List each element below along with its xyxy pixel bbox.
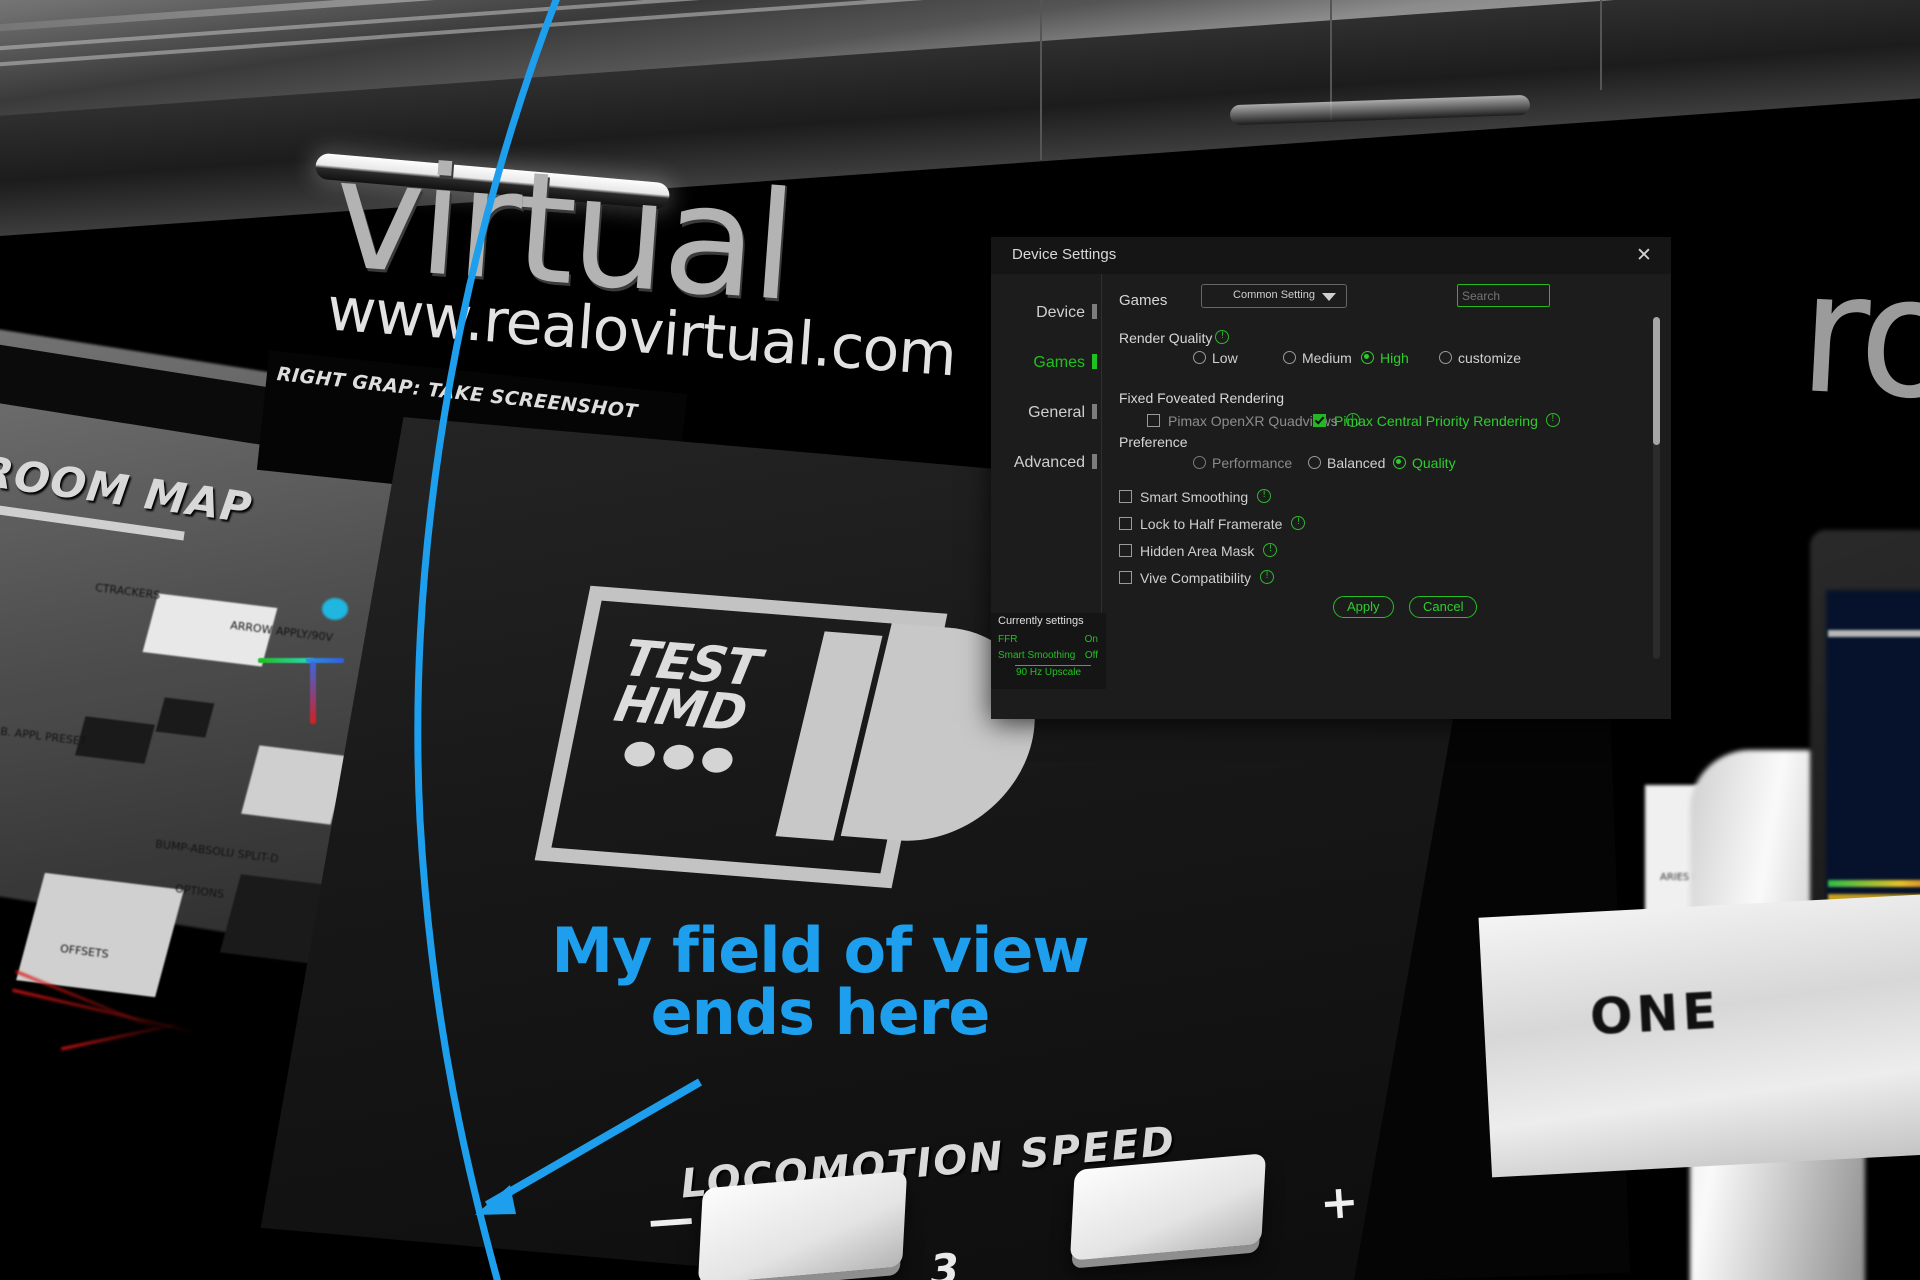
- sidebar-item-general-label: General: [1028, 404, 1085, 421]
- currently-settings-footer: 90 Hz Upscale: [1015, 667, 1082, 678]
- currently-settings-hud: Currently settings FFR On Smart Smoothin…: [991, 613, 1106, 689]
- apply-button[interactable]: Apply: [1333, 596, 1394, 618]
- nav-indicator-bar: [1092, 454, 1097, 469]
- search-input[interactable]: [1457, 284, 1550, 307]
- sidebar-item-device[interactable]: Device: [991, 288, 1101, 338]
- checkbox-box: [1119, 544, 1132, 557]
- dialog-content-pane: Games Common Setting Render Quality! Low…: [1101, 274, 1671, 719]
- radio-render-low[interactable]: Low: [1193, 350, 1283, 366]
- dialog-scrollbar-thumb[interactable]: [1653, 317, 1660, 445]
- nav-indicator-bar-active: [1092, 354, 1097, 369]
- game-profile-dropdown[interactable]: Common Setting: [1201, 284, 1347, 308]
- laser-pointer-3: [60, 1022, 180, 1051]
- preference-label: Preference: [1119, 434, 1187, 450]
- games-selector-row: Games Common Setting: [1119, 284, 1669, 318]
- render-quality-text: Render Quality: [1119, 330, 1213, 346]
- central-priority-label: Pimax Central Priority Rendering: [1334, 413, 1538, 429]
- render-quality-options: Low Medium High customize: [1193, 350, 1521, 366]
- radio-preference-performance[interactable]: Performance: [1193, 455, 1308, 471]
- locomotion-plus-sign: +: [1318, 1173, 1361, 1231]
- hidden-area-mask-label: Hidden Area Mask: [1140, 543, 1255, 559]
- sidebar-item-device-label: Device: [1036, 304, 1085, 321]
- locomotion-decrease-button[interactable]: [697, 1170, 908, 1280]
- ceiling-hanger-1: [1040, 0, 1042, 160]
- annotation-line-1: My field of view: [551, 914, 1089, 987]
- locomotion-value: 3: [928, 1244, 961, 1280]
- room-map-tile-5: [16, 872, 184, 998]
- banner-right-fragment: ro: [1794, 234, 1920, 438]
- checkbox-box: [1119, 490, 1132, 503]
- currently-settings-value-smart-smoothing: Off: [1084, 650, 1098, 661]
- sidebar-item-games-label: Games: [1033, 354, 1085, 371]
- currently-settings-key-ffr: FFR: [998, 634, 1018, 645]
- info-icon-lock-half-framerate[interactable]: !: [1291, 516, 1306, 530]
- ceiling-hanger-3: [1600, 0, 1602, 90]
- checkbox-lock-to-half-framerate[interactable]: Lock to Half Framerate!: [1119, 516, 1306, 532]
- room-map-tile-3: [75, 716, 155, 764]
- info-icon-hidden-area-mask[interactable]: !: [1263, 543, 1278, 557]
- preference-text: Preference: [1119, 434, 1188, 450]
- info-icon-smart-smoothing[interactable]: !: [1257, 489, 1272, 503]
- radio-render-high[interactable]: High: [1361, 350, 1439, 366]
- screenshot-root: ARROW APPLY/90V CTRACKERS B. APPL PRESET…: [0, 0, 1920, 1280]
- checkbox-smart-smoothing[interactable]: Smart Smoothing!: [1119, 489, 1272, 505]
- vive-compatibility-label: Vive Compatibility: [1140, 570, 1252, 586]
- nav-indicator-bar: [1092, 404, 1097, 419]
- radio-render-medium[interactable]: Medium: [1283, 350, 1361, 366]
- smart-smoothing-label: Smart Smoothing: [1140, 489, 1249, 505]
- chevron-down-icon: [1322, 293, 1336, 301]
- checkbox-vive-compatibility[interactable]: Vive Compatibility!: [1119, 570, 1275, 586]
- sidebar-item-advanced-label: Advanced: [1013, 454, 1085, 471]
- dialog-scrollbar[interactable]: [1653, 317, 1660, 659]
- lock-half-framerate-label: Lock to Half Framerate: [1140, 516, 1283, 532]
- radio-preference-balanced[interactable]: Balanced: [1308, 455, 1393, 471]
- preference-options: Performance Balanced Quality: [1193, 455, 1456, 471]
- checkbox-box: [1119, 517, 1132, 530]
- checkbox-box: [1119, 571, 1132, 584]
- ffr-text: Fixed Foveated Rendering: [1119, 390, 1284, 406]
- checkbox-hidden-area-mask[interactable]: Hidden Area Mask!: [1119, 543, 1278, 559]
- render-quality-label: Render Quality!: [1119, 330, 1230, 346]
- laser-pointer-2: [12, 988, 198, 1035]
- logo-line-2: HMD: [609, 674, 752, 743]
- checkbox-box: [1147, 414, 1160, 427]
- annotation-line-2: ends here: [650, 976, 991, 1049]
- sidebar-item-games[interactable]: Games: [991, 338, 1101, 388]
- currently-settings-title: Currently settings: [998, 615, 1084, 627]
- currently-settings-divider: [1015, 665, 1091, 666]
- test-hmd-logo-text: TEST HMD: [610, 629, 765, 742]
- ffr-label: Fixed Foveated Rendering: [1119, 390, 1284, 406]
- games-label: Games: [1119, 292, 1168, 309]
- room-map-axis-red: [310, 662, 316, 724]
- room-map-marker-1: [322, 598, 348, 620]
- room-map-tile-4: [155, 697, 215, 738]
- radio-render-customize[interactable]: customize: [1439, 350, 1521, 366]
- sidebar-item-general[interactable]: General: [991, 388, 1101, 438]
- dialog-title: Device Settings: [1012, 246, 1117, 263]
- nav-indicator-bar: [1092, 304, 1097, 319]
- locomotion-minus-sign: —: [646, 1190, 696, 1248]
- locomotion-increase-button[interactable]: [1069, 1153, 1267, 1261]
- sidebar-item-advanced[interactable]: Advanced: [991, 438, 1101, 488]
- screen-band-1: [1828, 630, 1920, 637]
- cancel-button[interactable]: Cancel: [1409, 596, 1478, 618]
- wall-one-text: ONE: [1588, 981, 1722, 1047]
- info-icon-central-priority[interactable]: !: [1545, 413, 1560, 427]
- screen-band-2: [1828, 880, 1920, 887]
- checkbox-pimax-central-priority-rendering[interactable]: Pimax Central Priority Rendering!: [1313, 413, 1560, 429]
- currently-settings-value-ffr: On: [1084, 634, 1098, 645]
- info-icon-vive-compatibility[interactable]: !: [1260, 570, 1275, 584]
- radio-preference-quality[interactable]: Quality: [1393, 455, 1456, 471]
- dialog-title-bar: Device Settings ✕: [991, 237, 1671, 274]
- info-icon-render-quality[interactable]: !: [1215, 330, 1230, 344]
- currently-settings-key-smart-smoothing: Smart Smoothing: [998, 650, 1076, 661]
- field-of-view-annotation-text: My field of view ends here: [470, 920, 1170, 1044]
- checkbox-box-checked: [1313, 414, 1326, 427]
- close-icon[interactable]: ✕: [1631, 243, 1657, 269]
